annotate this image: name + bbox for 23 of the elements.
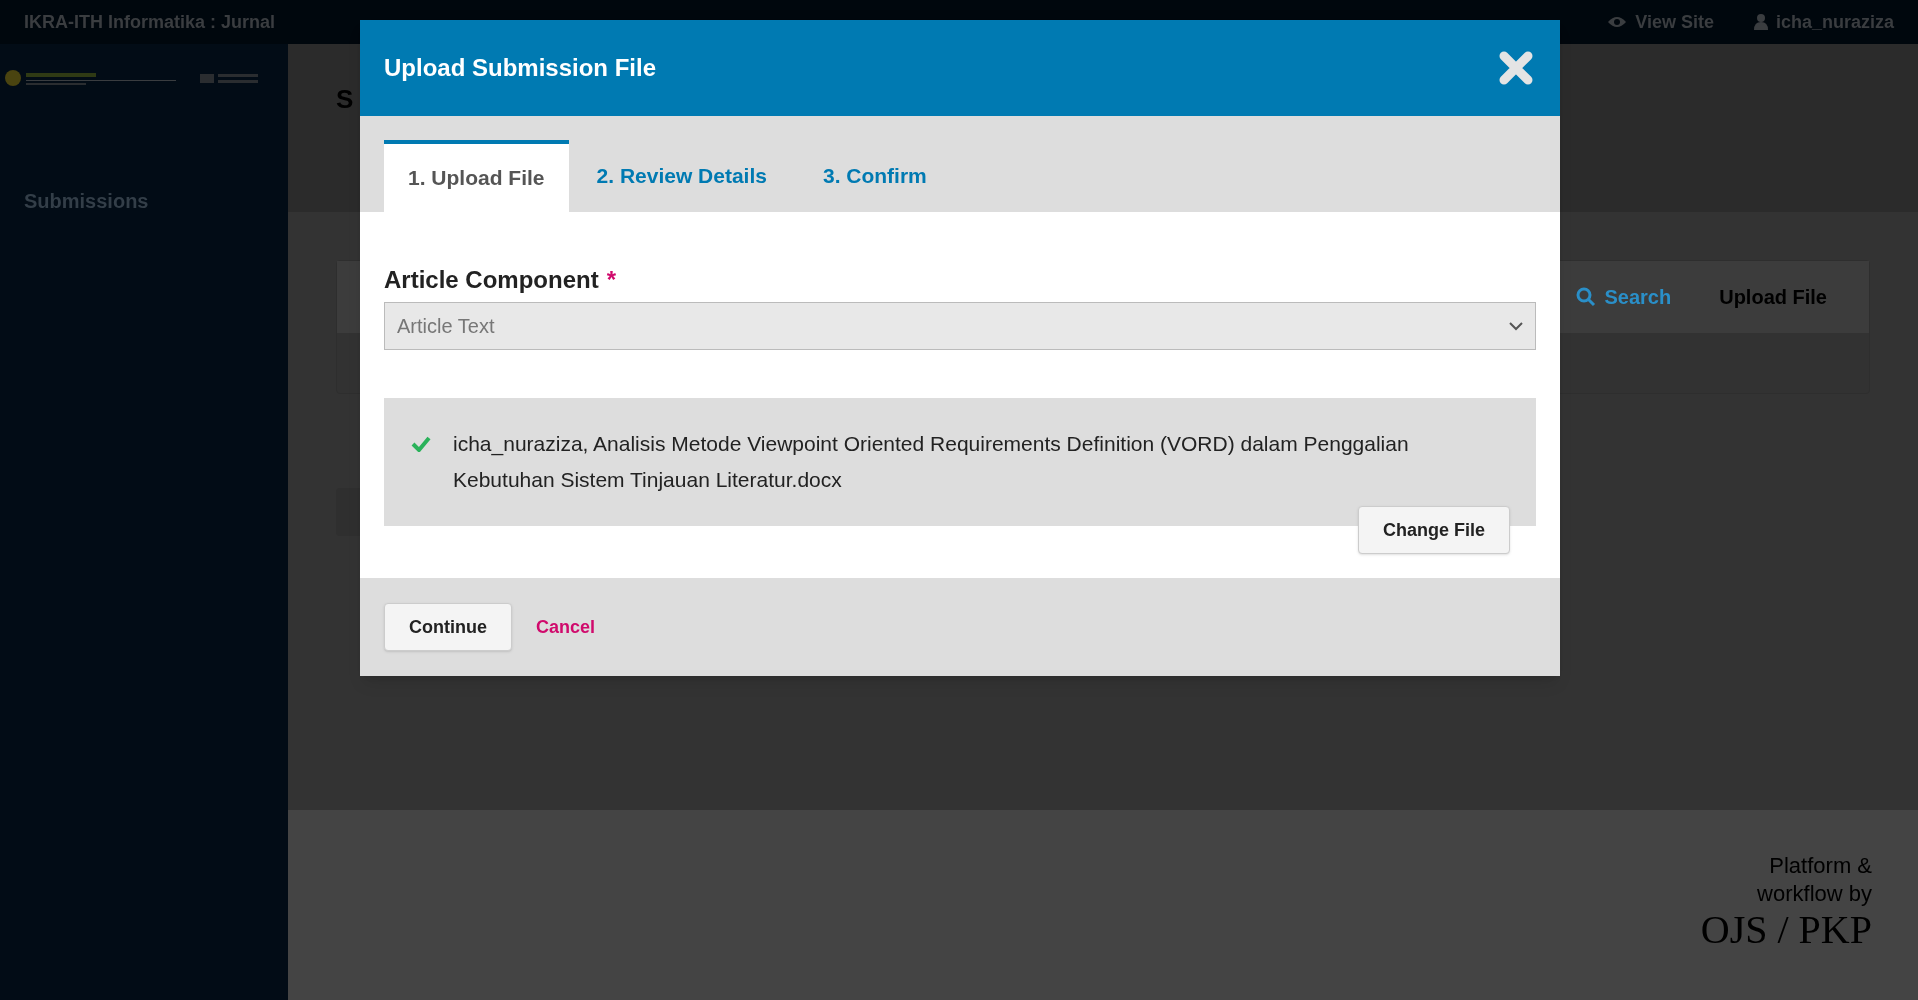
footer-text: workflow by (1757, 880, 1872, 908)
search-icon (1576, 287, 1597, 307)
eye-icon (1607, 15, 1628, 29)
field-label: Article Component (384, 265, 599, 295)
cancel-link[interactable]: Cancel (536, 613, 596, 641)
article-component-select[interactable]: Article Text (384, 302, 1536, 350)
view-site-link[interactable]: View Site (1635, 8, 1714, 36)
dialog-title: Upload Submission File (384, 53, 657, 83)
footer-brand[interactable]: OJS / PKP (1700, 908, 1872, 952)
step-tab[interactable]: 1. Upload File (384, 140, 569, 212)
user-menu[interactable]: icha_nuraziza (1775, 8, 1894, 36)
step-tab[interactable]: 2. Review Details (568, 140, 795, 212)
user-icon (1753, 14, 1768, 30)
file-name: icha_nuraziza, Analisis Metode Viewpoint Oriented Requirements Definition (VORD) dalam Penggalian Kebutuhan Sistem Tinjauan Literatur.docx (453, 431, 1410, 493)
step-tab[interactable]: 3. Confirm (794, 140, 955, 212)
chevron-down-icon (1509, 321, 1523, 331)
required-mark: * (606, 265, 617, 295)
upload-file-button[interactable]: Upload File (1719, 282, 1827, 312)
journal-title[interactable]: IKRA-ITH Informatika : Jurnal (24, 8, 276, 36)
footer-text: Platform & (1769, 852, 1872, 880)
continue-button[interactable]: Continue (384, 603, 512, 651)
change-file-button[interactable]: Change File (1358, 506, 1510, 554)
search-button[interactable]: Search (1604, 282, 1672, 312)
